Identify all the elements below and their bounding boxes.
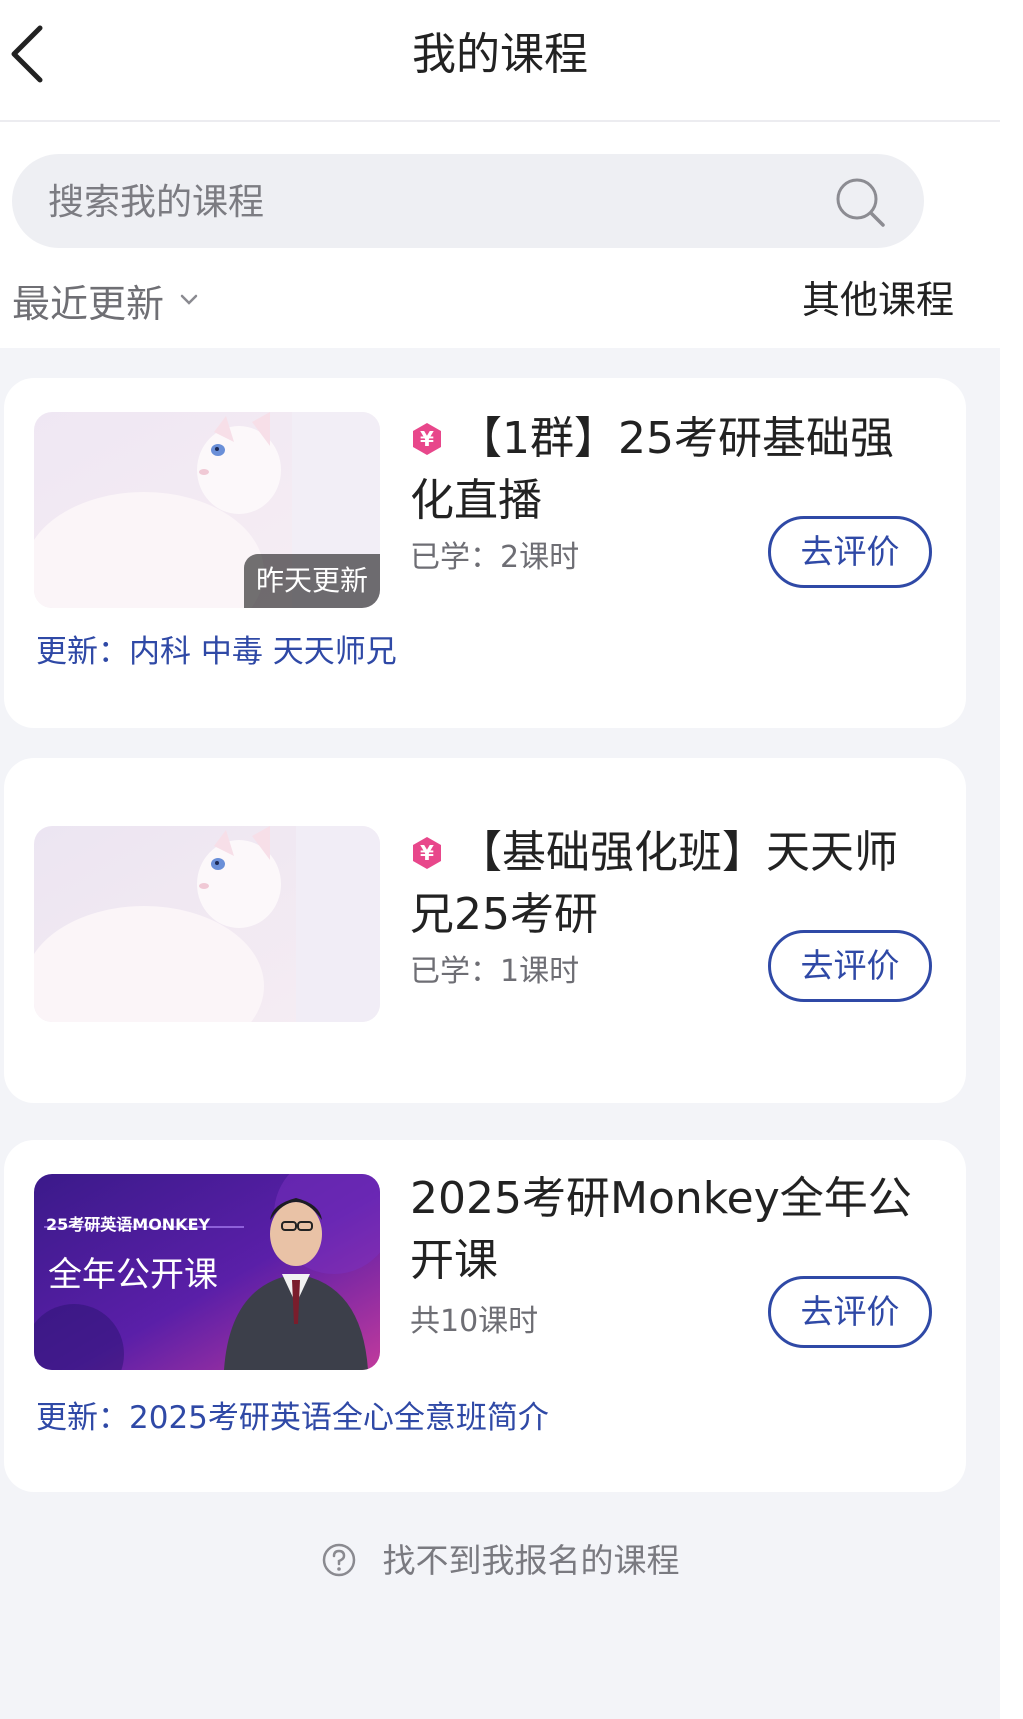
course-progress: 共10课时	[410, 1304, 539, 1339]
course-update: 更新：2025考研英语全心全意班简介	[36, 1392, 549, 1437]
my-courses-screen: 我的课程 最近更新 其他课程	[0, 0, 1000, 1719]
course-title: ¥ 【1群】25考研基础强化直播	[410, 408, 930, 532]
sort-label: 最近更新	[12, 281, 165, 326]
course-title: 2025考研Monkey全年公开课	[410, 1173, 912, 1286]
update-label: 更新：	[36, 1400, 129, 1436]
svg-text:¥: ¥	[420, 841, 434, 865]
update-link[interactable]: 内科 中毒 天天师兄	[129, 634, 397, 670]
banner-text-top: 25考研英语MONKEY	[46, 1215, 211, 1234]
course-thumbnail: 昨天更新	[34, 412, 380, 608]
update-label: 更新：	[36, 634, 129, 670]
help-label: 找不到我报名的课程	[382, 1541, 680, 1580]
question-circle-icon	[322, 1543, 355, 1577]
svg-text:¥: ¥	[420, 427, 434, 451]
monkey-course-banner: 25考研英语MONKEY 全年公开课	[34, 1174, 380, 1370]
sort-dropdown[interactable]: 最近更新	[12, 270, 200, 330]
chevron-down-icon	[180, 294, 198, 305]
course-card[interactable]: ¥ 【基础强化班】天天师兄25考研 已学：1课时 去评价	[4, 758, 966, 1103]
course-update: 更新：内科 中毒 天天师兄	[36, 626, 397, 671]
course-thumbnail: 25考研英语MONKEY 全年公开课	[34, 1174, 380, 1370]
course-thumbnail	[34, 826, 380, 1022]
course-title-text: 【基础强化班】天天师兄25考研	[410, 827, 898, 940]
rate-button[interactable]: 去评价	[768, 516, 932, 588]
other-courses-link[interactable]: 其他课程	[802, 272, 954, 328]
white-cat-image	[34, 826, 380, 1022]
search-bar[interactable]	[12, 154, 924, 250]
course-title-text: 【1群】25考研基础强化直播	[410, 413, 894, 526]
update-badge: 昨天更新	[243, 554, 380, 608]
course-card[interactable]: 昨天更新 ¥ 【1群】25考研基础强化直播 已学：2课时 去评价 更新：内科 中…	[4, 378, 966, 728]
cannot-find-course-link[interactable]: 找不到我报名的课程	[0, 1534, 1000, 1582]
course-progress: 已学：2课时	[410, 540, 580, 575]
page-title: 我的课程	[412, 29, 588, 80]
course-progress: 已学：1课时	[410, 954, 580, 989]
rate-button[interactable]: 去评价	[768, 1276, 932, 1348]
search-input[interactable]	[46, 154, 810, 250]
yen-icon: ¥	[413, 423, 441, 455]
course-title: ¥ 【基础强化班】天天师兄25考研	[410, 822, 930, 946]
search-filter-area: 最近更新 其他课程	[0, 122, 1000, 348]
search-icon[interactable]	[830, 172, 890, 232]
nav-bar: 我的课程	[0, 0, 1000, 122]
yen-icon: ¥	[413, 837, 441, 869]
rate-button[interactable]: 去评价	[768, 930, 932, 1002]
course-card[interactable]: 25考研英语MONKEY 全年公开课 2025考研Monkey全年公开课 共10…	[4, 1140, 966, 1492]
update-link[interactable]: 2025考研英语全心全意班简介	[129, 1400, 549, 1436]
banner-text-main: 全年公开课	[48, 1255, 218, 1295]
